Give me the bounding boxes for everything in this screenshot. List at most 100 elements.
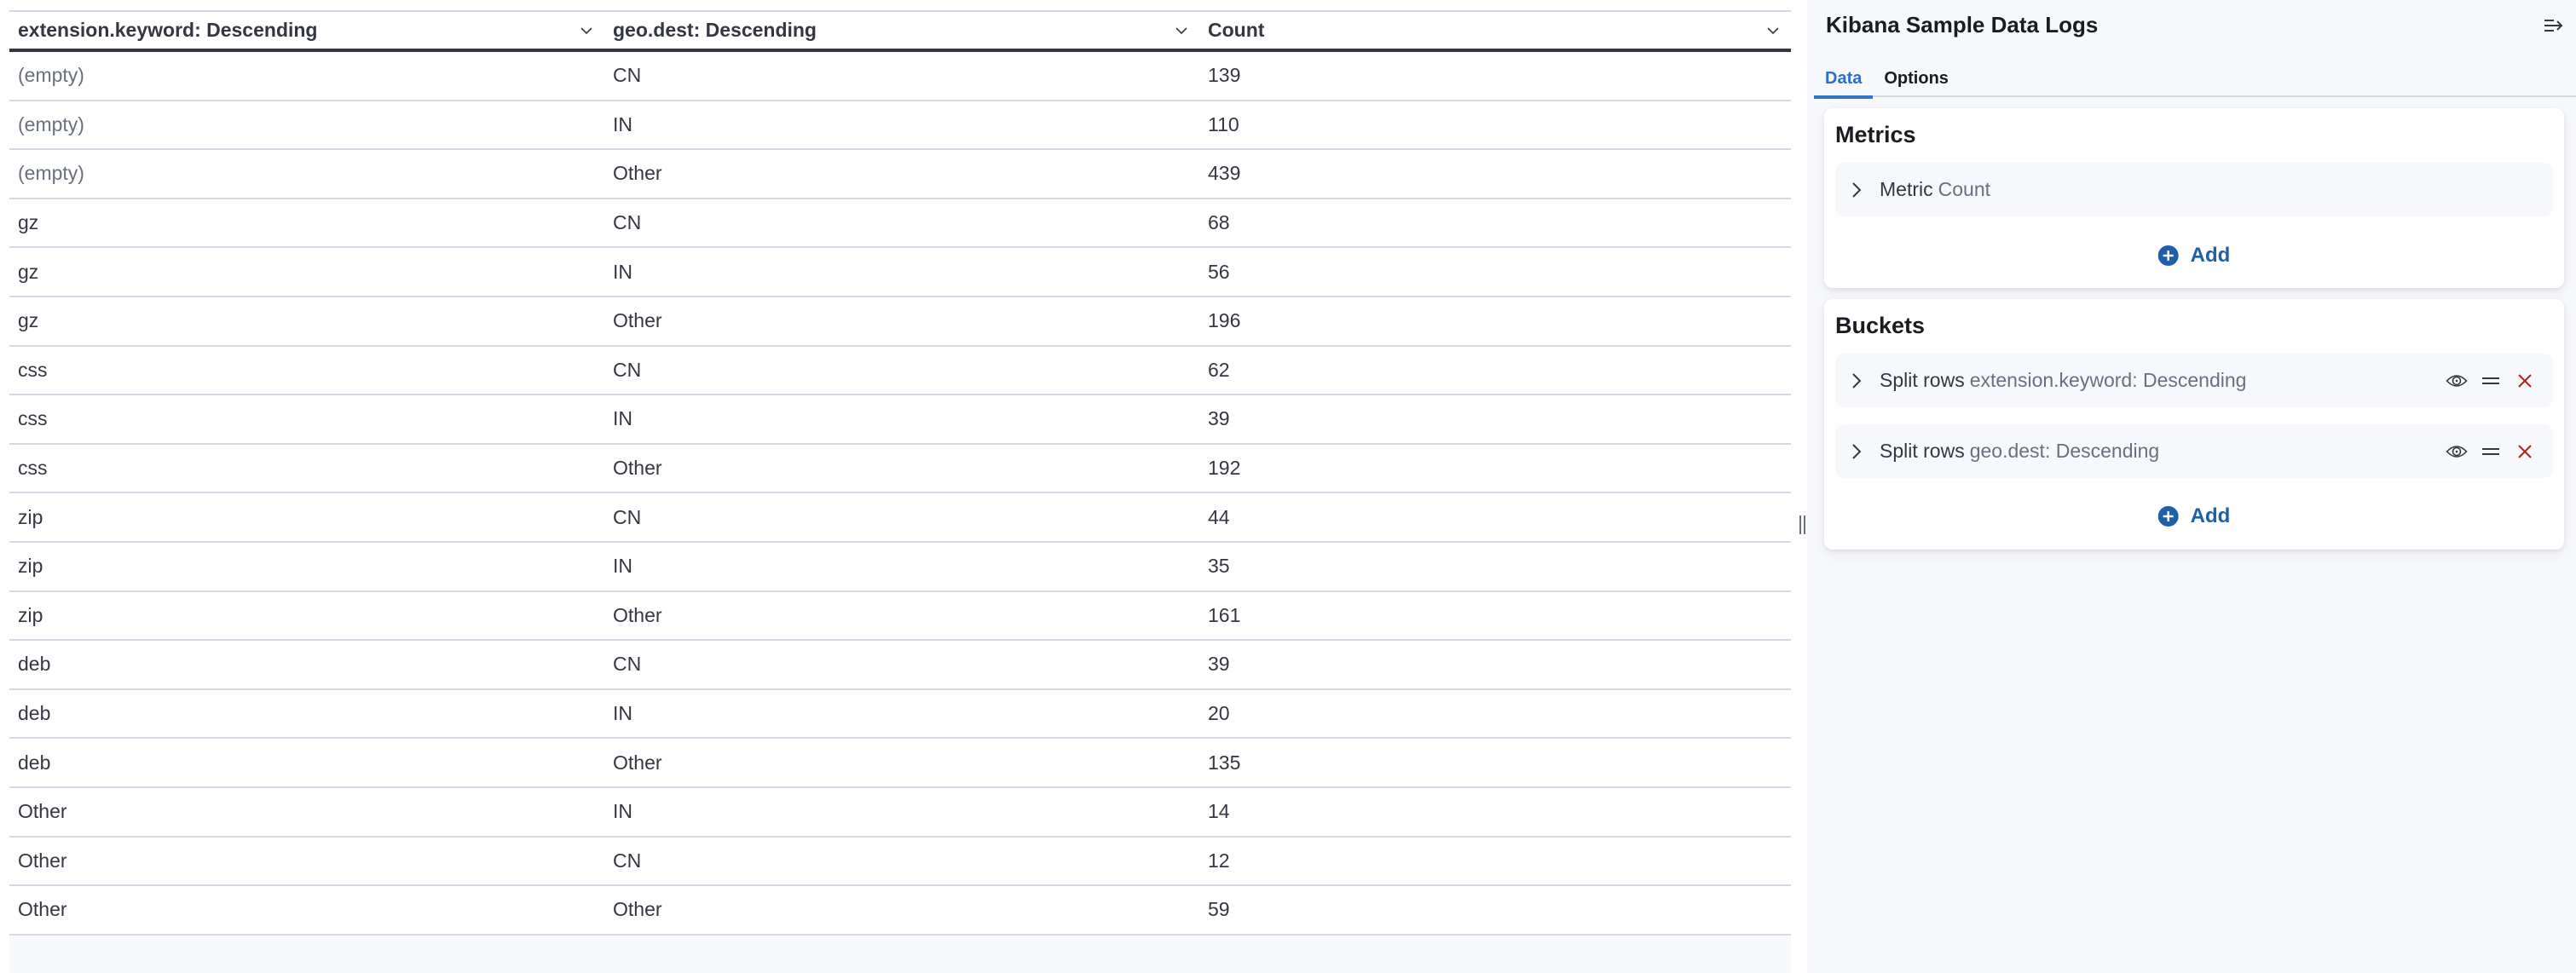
column-header-geo-dest[interactable]: geo.dest: Descending xyxy=(604,12,1199,49)
cell-count[interactable]: 59 xyxy=(1199,886,1791,934)
cell-geo-dest[interactable]: Other xyxy=(604,150,1199,198)
cell-count[interactable]: 110 xyxy=(1199,101,1791,149)
cell-geo-dest[interactable]: CN xyxy=(604,199,1199,247)
cell-extension[interactable]: css xyxy=(9,445,604,492)
add-metric-button[interactable]: Add xyxy=(2157,244,2230,268)
cell-count[interactable]: 192 xyxy=(1199,445,1791,492)
cell-extension[interactable]: css xyxy=(9,395,604,443)
cell-geo-dest[interactable]: Other xyxy=(604,297,1199,345)
cell-count[interactable]: 14 xyxy=(1199,788,1791,836)
cell-extension[interactable]: zip xyxy=(9,592,604,640)
cell-count[interactable]: 44 xyxy=(1199,493,1791,541)
cell-extension[interactable]: gz xyxy=(9,297,604,345)
cell-extension[interactable]: Other xyxy=(9,838,604,885)
cell-extension[interactable]: (empty) xyxy=(9,52,604,100)
chevron-down-icon[interactable] xyxy=(1172,21,1191,40)
column-header-extension[interactable]: extension.keyword: Descending xyxy=(9,12,604,49)
table-header: extension.keyword: Descending geo.dest: … xyxy=(9,12,1791,52)
metrics-title: Metrics xyxy=(1835,122,1916,147)
cell-extension-value: css xyxy=(18,407,48,430)
bucket-item-geo-dest[interactable]: Split rows geo.dest: Descending xyxy=(1835,424,2553,478)
eye-icon[interactable] xyxy=(2446,370,2468,392)
cell-geo-dest[interactable]: Other xyxy=(604,445,1199,492)
cell-geo-dest[interactable]: IN xyxy=(604,690,1199,738)
cell-count[interactable]: 135 xyxy=(1199,739,1791,786)
chevron-down-icon[interactable] xyxy=(577,21,596,40)
cell-geo-dest[interactable]: IN xyxy=(604,788,1199,836)
table-body: (empty) CN 139 (empty) IN 110 (empty) Other 439 g… xyxy=(9,52,1791,936)
column-header-count[interactable]: Count xyxy=(1199,12,1791,49)
cell-geo-dest[interactable]: Other xyxy=(604,739,1199,786)
cell-extension-value: zip xyxy=(18,505,43,528)
cell-extension[interactable]: deb xyxy=(9,739,604,786)
panel-resize-handle[interactable] xyxy=(1799,515,1805,534)
tab-data[interactable]: Data xyxy=(1814,60,1874,99)
cell-geo-dest-value: CN xyxy=(613,64,642,87)
cell-extension[interactable]: deb xyxy=(9,641,604,688)
cell-count-value: 192 xyxy=(1208,457,1241,480)
chevron-right-icon[interactable] xyxy=(1847,181,1866,199)
cell-count[interactable]: 139 xyxy=(1199,52,1791,100)
cell-count[interactable]: 39 xyxy=(1199,641,1791,688)
cell-count[interactable]: 196 xyxy=(1199,297,1791,345)
cell-geo-dest[interactable]: CN xyxy=(604,52,1199,100)
cell-geo-dest-value: IN xyxy=(613,702,632,725)
cell-extension[interactable]: deb xyxy=(9,690,604,738)
cell-extension[interactable]: Other xyxy=(9,788,604,836)
table-row: Other IN 14 xyxy=(9,787,1791,838)
cell-geo-dest[interactable]: IN xyxy=(604,395,1199,443)
plus-in-circle-icon xyxy=(2157,245,2179,266)
metric-item-count[interactable]: Metric Count xyxy=(1835,163,2553,216)
cell-count[interactable]: 39 xyxy=(1199,395,1791,443)
cell-geo-dest-value: CN xyxy=(613,211,642,234)
cell-count[interactable]: 12 xyxy=(1199,838,1791,885)
cell-extension[interactable]: gz xyxy=(9,248,604,296)
bucket-item-actions xyxy=(2446,354,2536,407)
collapse-sidebar-button[interactable] xyxy=(2542,14,2566,37)
chevron-down-icon[interactable] xyxy=(1764,21,1782,40)
cell-geo-dest[interactable]: CN xyxy=(604,838,1199,885)
cell-extension[interactable]: zip xyxy=(9,493,604,541)
table-row: css Other 192 xyxy=(9,444,1791,494)
cell-count[interactable]: 20 xyxy=(1199,690,1791,738)
drag-handle-icon[interactable] xyxy=(2480,370,2502,392)
cell-extension[interactable]: zip xyxy=(9,543,604,590)
add-bucket-button[interactable]: Add xyxy=(2157,504,2230,528)
cell-geo-dest[interactable]: CN xyxy=(604,347,1199,394)
cell-geo-dest[interactable]: Other xyxy=(604,886,1199,934)
chevron-right-icon[interactable] xyxy=(1847,442,1866,461)
cell-geo-dest[interactable]: CN xyxy=(604,641,1199,688)
cell-extension[interactable]: (empty) xyxy=(9,150,604,198)
remove-icon[interactable] xyxy=(2514,440,2536,463)
cell-geo-dest[interactable]: IN xyxy=(604,101,1199,149)
remove-icon[interactable] xyxy=(2514,370,2536,392)
cell-geo-dest[interactable]: IN xyxy=(604,248,1199,296)
cell-extension[interactable]: Other xyxy=(9,886,604,934)
chevron-right-icon[interactable] xyxy=(1847,371,1866,390)
cell-extension-value: (empty) xyxy=(18,112,84,135)
cell-count[interactable]: 68 xyxy=(1199,199,1791,247)
table-row: (empty) IN 110 xyxy=(9,101,1791,151)
cell-count[interactable]: 62 xyxy=(1199,347,1791,394)
tab-options[interactable]: Options xyxy=(1873,60,1960,97)
cell-count[interactable]: 439 xyxy=(1199,150,1791,198)
drag-handle-icon[interactable] xyxy=(2480,440,2502,463)
cell-extension[interactable]: (empty) xyxy=(9,101,604,149)
cell-geo-dest[interactable]: IN xyxy=(604,543,1199,590)
cell-count[interactable]: 161 xyxy=(1199,592,1791,640)
cell-count[interactable]: 56 xyxy=(1199,248,1791,296)
eye-icon[interactable] xyxy=(2446,440,2468,463)
cell-geo-dest[interactable]: CN xyxy=(604,493,1199,541)
cell-extension[interactable]: css xyxy=(9,347,604,394)
table-row: (empty) Other 439 xyxy=(9,150,1791,199)
cell-geo-dest-value: CN xyxy=(613,849,642,872)
cell-geo-dest[interactable]: Other xyxy=(604,592,1199,640)
cell-extension-value: gz xyxy=(18,260,39,283)
bucket-item-extension[interactable]: Split rows extension.keyword: Descending xyxy=(1835,354,2553,407)
data-table-panel: extension.keyword: Descending geo.dest: … xyxy=(0,0,1799,973)
plus-in-circle-icon xyxy=(2157,506,2179,527)
cell-count-value: 39 xyxy=(1208,407,1230,430)
cell-count-value: 110 xyxy=(1208,112,1239,135)
cell-extension[interactable]: gz xyxy=(9,199,604,247)
cell-count[interactable]: 35 xyxy=(1199,543,1791,590)
